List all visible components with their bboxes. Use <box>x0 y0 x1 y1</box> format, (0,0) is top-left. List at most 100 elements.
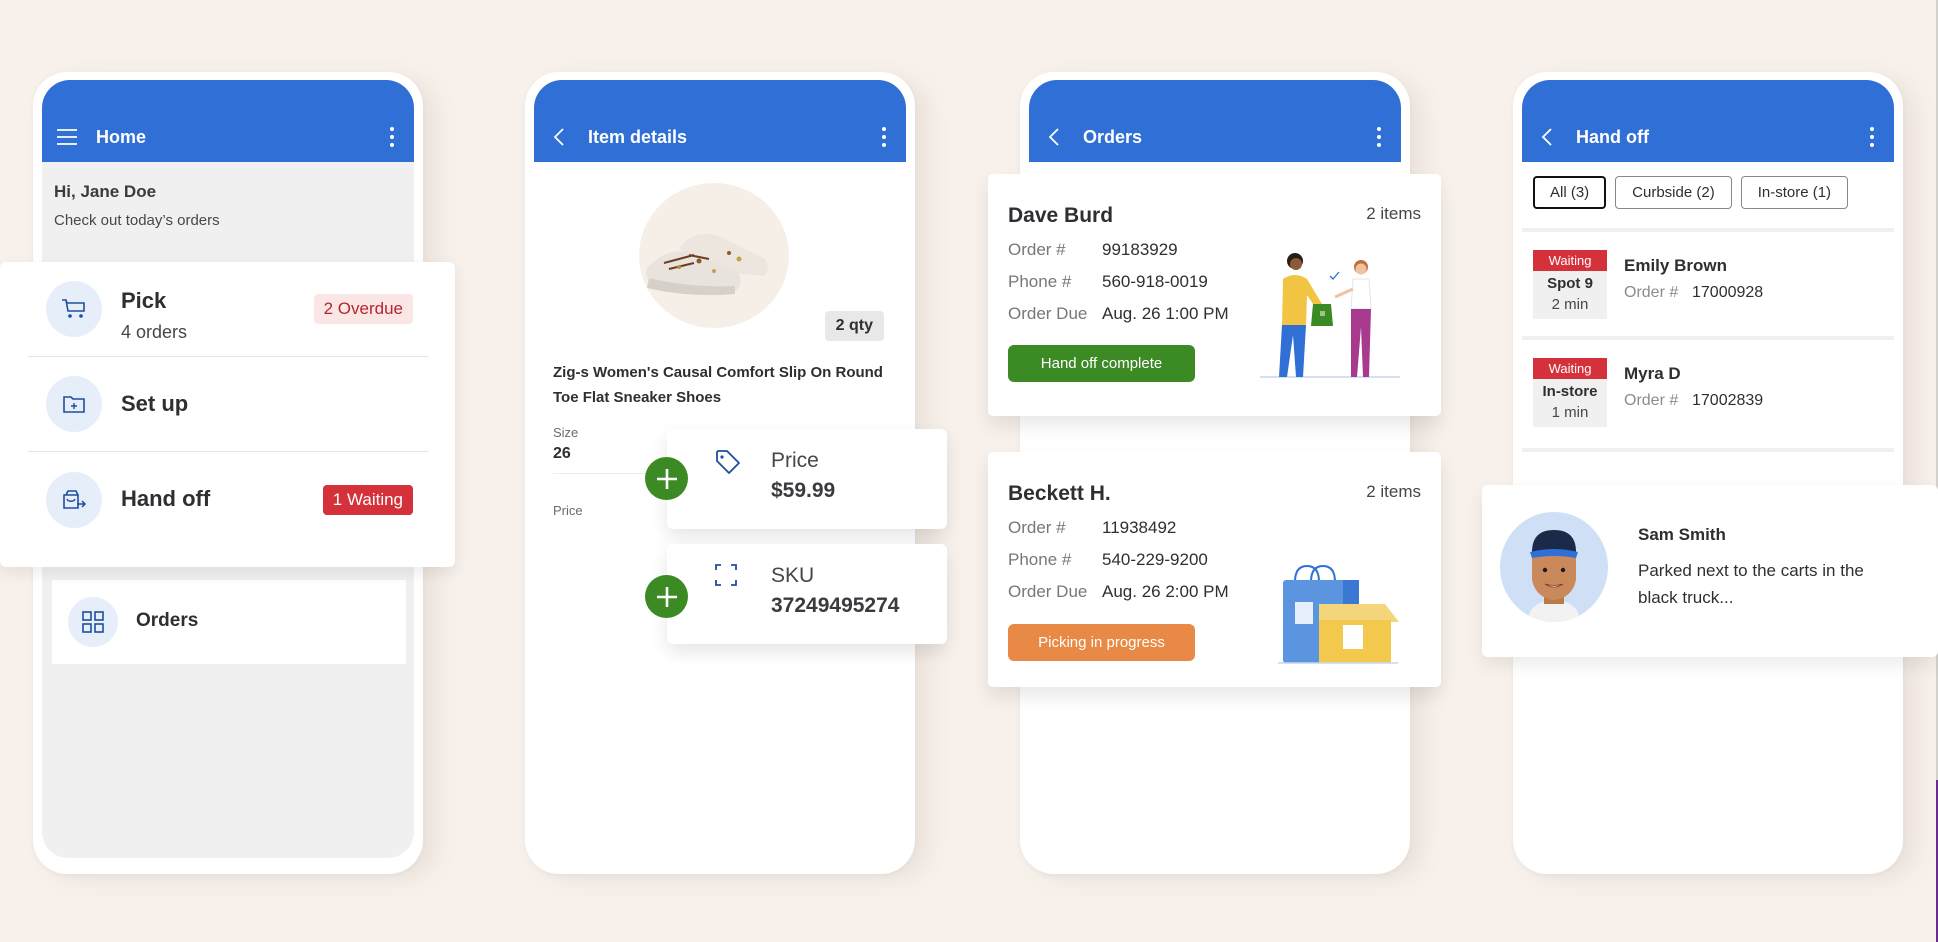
filter-chip-instore[interactable]: In-store (1) <box>1740 176 1849 209</box>
order-number-label: Order # <box>1624 284 1679 301</box>
waiting-label: Waiting <box>1533 250 1607 271</box>
wait-time: 1 min <box>1551 404 1589 421</box>
price-tag-icon <box>715 449 741 475</box>
cart-icon <box>46 281 102 337</box>
menu-item-label: Pick <box>121 288 167 313</box>
menu-item-handoff[interactable]: Hand off 1 Waiting <box>28 452 429 547</box>
price-card-label: Price <box>771 449 819 472</box>
phone-label: Phone # <box>1008 550 1072 569</box>
order-due-label: Order Due <box>1008 582 1088 601</box>
handoff-row[interactable]: Waiting In-store 1 min Myra D Order # 17… <box>1522 340 1894 452</box>
handoff-complete-button[interactable]: Hand off complete <box>1008 345 1195 382</box>
picking-in-progress-button[interactable]: Picking in progress <box>1008 624 1195 661</box>
message-text: Parked next to the carts in the black tr… <box>1638 561 1864 607</box>
avatar <box>1500 512 1608 622</box>
add-price-button[interactable] <box>645 457 688 500</box>
order-number-value: 99183929 <box>1102 240 1178 259</box>
item-count: 2 items <box>1366 482 1421 501</box>
filter-chips: All (3) Curbside (2) In-store (1) <box>1533 176 1849 209</box>
menu-item-pick[interactable]: Pick 4 orders 2 Overdue <box>28 262 429 357</box>
menu-item-setup[interactable]: Set up <box>28 357 429 452</box>
product-name: Zig-s Women's Causal Comfort Slip On Rou… <box>553 364 883 406</box>
customer-message-card[interactable]: Sam Smith Parked next to the carts in th… <box>1482 485 1938 657</box>
pickup-location: Spot 9 <box>1547 275 1593 292</box>
product-image <box>639 183 789 328</box>
greeting-subtitle: Check out today’s orders <box>54 212 220 229</box>
order-due-row: Order Due Aug. 26 1:00 PM <box>1008 304 1229 324</box>
sku-card: SKU 37249495274 <box>667 544 947 644</box>
orders-tile-label: Orders <box>136 610 199 631</box>
menu-item-label: Set up <box>121 391 189 416</box>
order-due-label: Order Due <box>1008 304 1088 323</box>
phone-value: 560-918-0019 <box>1102 272 1208 291</box>
sku-card-label: SKU <box>771 564 815 587</box>
orders-tile[interactable]: Orders <box>52 580 406 664</box>
order-due-row: Order Due Aug. 26 2:00 PM <box>1008 582 1229 602</box>
home-appbar: Home <box>42 80 414 162</box>
menu-item-label: Hand off <box>121 486 211 511</box>
order-card[interactable]: Beckett H. 2 items Order # 11938492 Phon… <box>988 452 1441 687</box>
filter-chip-all[interactable]: All (3) <box>1533 176 1607 209</box>
more-vert-icon[interactable] <box>880 127 888 147</box>
add-sku-button[interactable] <box>645 575 688 618</box>
order-number-label: Order # <box>1624 392 1679 409</box>
qty-badge: 2 qty <box>824 311 884 341</box>
phone-value: 540-229-9200 <box>1102 550 1208 569</box>
menu-icon[interactable] <box>56 126 78 148</box>
price-card-value: $59.99 <box>771 479 836 502</box>
scan-icon <box>715 564 741 590</box>
order-number-label: Order # <box>1008 518 1066 537</box>
size-label: Size <box>553 425 579 440</box>
sku-card-value: 37249495274 <box>771 594 900 617</box>
customer-name: Beckett H. <box>1008 482 1111 505</box>
more-vert-icon[interactable] <box>1375 127 1383 147</box>
order-number-row: Order # 99183929 <box>1008 240 1178 260</box>
handoff-appbar: Hand off <box>1522 80 1894 162</box>
item-count: 2 items <box>1366 204 1421 223</box>
handoff-screen: Hand off All (3) Curbside (2) In-store (… <box>1522 80 1894 858</box>
order-number-row: Order # 11938492 <box>1008 518 1176 538</box>
menu-item-sublabel: 4 orders <box>121 322 188 342</box>
waiting-status: Waiting In-store 1 min <box>1533 358 1607 427</box>
more-vert-icon[interactable] <box>1868 127 1876 147</box>
page-title: Orders <box>1083 127 1143 147</box>
size-value: 26 <box>553 445 571 462</box>
waiting-label: Waiting <box>1533 358 1607 379</box>
overdue-badge: 2 Overdue <box>313 294 413 324</box>
item-details-appbar: Item details <box>534 80 906 162</box>
order-number-label: Order # <box>1008 240 1066 259</box>
handoff-bag-icon <box>46 471 102 528</box>
folder-add-icon <box>46 376 102 432</box>
customer-name: Myra D <box>1624 364 1681 383</box>
waiting-status: Waiting Spot 9 2 min <box>1533 250 1607 319</box>
page-title: Home <box>96 127 147 147</box>
handoff-row[interactable]: Waiting Spot 9 2 min Emily Brown Order #… <box>1522 228 1894 340</box>
order-number-value: 11938492 <box>1102 518 1177 537</box>
back-icon[interactable] <box>1043 126 1065 148</box>
grid-icon <box>68 597 118 647</box>
bags-illustration <box>1278 564 1399 664</box>
back-icon[interactable] <box>1536 126 1558 148</box>
order-due-value: Aug. 26 1:00 PM <box>1102 304 1229 323</box>
filter-chip-curbside[interactable]: Curbside (2) <box>1615 176 1732 209</box>
back-icon[interactable] <box>548 126 570 148</box>
orders-appbar: Orders <box>1029 80 1401 162</box>
customer-name: Dave Burd <box>1008 204 1114 227</box>
price-card: Price $59.99 <box>667 429 947 529</box>
wait-time: 2 min <box>1551 296 1589 313</box>
greeting-section: Hi, Jane Doe Check out today’s orders <box>42 162 414 249</box>
order-number-value: 17002839 <box>1692 392 1764 409</box>
page-title: Item details <box>588 127 688 147</box>
handoff-illustration <box>1260 253 1400 378</box>
order-card[interactable]: Dave Burd 2 items Order # 99183929 Phone… <box>988 174 1441 416</box>
more-vert-icon[interactable] <box>388 127 396 147</box>
price-label: Price <box>553 503 583 518</box>
phone-row: Phone # 540-229-9200 <box>1008 550 1208 570</box>
greeting-text: Hi, Jane Doe <box>54 182 157 201</box>
message-sender: Sam Smith <box>1638 525 1726 544</box>
phone-row: Phone # 560-918-0019 <box>1008 272 1208 292</box>
page-title: Hand off <box>1576 127 1649 147</box>
handoff-phone: Hand off All (3) Curbside (2) In-store (… <box>1513 72 1903 874</box>
pickup-location: In-store <box>1542 383 1598 400</box>
home-menu-card: Pick 4 orders 2 Overdue Set up Hand off … <box>0 262 455 567</box>
